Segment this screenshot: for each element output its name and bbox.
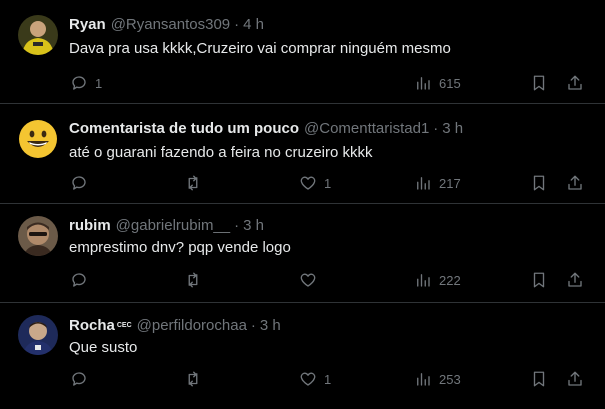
bookmark-button[interactable] xyxy=(530,270,548,290)
timestamp[interactable]: 3 h xyxy=(243,217,264,234)
tweet-text: emprestimo dnv? pqp vende logo xyxy=(69,239,291,256)
views-icon xyxy=(417,77,430,90)
separator-dot: · xyxy=(234,16,240,33)
share-button[interactable] xyxy=(566,270,584,290)
timestamp[interactable]: 4 h xyxy=(243,16,264,33)
avatar[interactable] xyxy=(18,315,58,355)
share-icon xyxy=(568,371,582,386)
author-name[interactable]: rubim xyxy=(69,217,111,234)
views-count: 253 xyxy=(439,371,461,387)
share-button[interactable] xyxy=(566,369,584,389)
author-name[interactable]: Ryan xyxy=(69,16,106,33)
action-bar: 1 253 xyxy=(0,369,605,389)
tweet-rubim[interactable]: rubim @gabrielrubim__ · 3 h emprestimo dnv?… xyxy=(0,204,605,303)
author-name[interactable]: Rocha xyxy=(69,317,115,334)
tweet-header: rubim @gabrielrubim__ · 3 h xyxy=(69,217,264,235)
retweet-icon xyxy=(188,371,198,387)
bookmark-button[interactable] xyxy=(530,73,548,93)
bookmark-icon xyxy=(533,371,545,387)
separator-dot: · xyxy=(250,317,256,334)
bookmark-button[interactable] xyxy=(530,173,548,193)
reply-button[interactable] xyxy=(70,173,88,193)
like-count: 1 xyxy=(324,371,332,387)
retweet-button[interactable] xyxy=(184,369,202,389)
author-handle[interactable]: @Comenttaristad1 xyxy=(304,120,429,137)
views-button[interactable]: 222 xyxy=(414,270,461,290)
share-button[interactable] xyxy=(566,73,584,93)
heart-icon xyxy=(300,372,316,386)
timestamp[interactable]: 3 h xyxy=(260,317,281,334)
author-name[interactable]: Comentarista de tudo um pouco xyxy=(69,120,299,137)
bookmark-icon xyxy=(533,175,545,191)
author-handle[interactable]: @Ryansantos309 xyxy=(111,16,230,33)
author-handle[interactable]: @perfildorochaa xyxy=(137,317,247,334)
reply-icon xyxy=(72,76,86,90)
tweet-text: Dava pra usa kkkk,Cruzeiro vai comprar n… xyxy=(69,40,451,57)
club-badge: CEC xyxy=(116,322,132,329)
retweet-button[interactable] xyxy=(184,173,202,193)
tweet-header: Ryan @Ryansantos309 · 4 h xyxy=(69,16,264,34)
author-handle[interactable]: @gabrielrubim__ xyxy=(116,217,230,234)
retweet-button[interactable] xyxy=(184,270,202,290)
views-icon xyxy=(417,177,430,190)
tweet-text: Que susto xyxy=(69,339,138,356)
like-button[interactable]: 1 xyxy=(299,173,331,193)
bookmark-button[interactable] xyxy=(530,369,548,389)
avatar[interactable] xyxy=(18,119,58,159)
heart-icon xyxy=(300,176,316,190)
tweet-text: até o guarani fazendo a feira no cruzeir… xyxy=(69,144,373,161)
action-bar: 222 xyxy=(0,270,605,290)
bookmark-icon xyxy=(533,272,545,288)
timestamp[interactable]: 3 h xyxy=(442,120,463,137)
separator-dot: · xyxy=(234,217,240,234)
reply-button[interactable]: 1 xyxy=(70,73,102,93)
reply-count: 1 xyxy=(95,75,103,91)
action-bar: 1 615 xyxy=(0,73,605,93)
views-count: 217 xyxy=(439,175,461,191)
like-button[interactable]: 1 xyxy=(299,369,331,389)
retweet-icon xyxy=(188,272,198,288)
like-count: 1 xyxy=(324,175,332,191)
reply-button[interactable] xyxy=(70,369,88,389)
views-icon xyxy=(417,274,430,287)
tweet-ryan[interactable]: Ryan @Ryansantos309 · 4 h Dava pra usa kkkk… xyxy=(0,0,605,104)
views-count: 222 xyxy=(439,272,461,288)
reply-icon xyxy=(72,273,86,287)
reply-icon xyxy=(72,176,86,190)
retweet-icon xyxy=(188,175,198,191)
avatar[interactable] xyxy=(18,216,58,256)
avatar[interactable] xyxy=(18,15,58,55)
share-icon xyxy=(568,75,582,90)
share-icon xyxy=(568,272,582,287)
views-button[interactable]: 253 xyxy=(414,369,461,389)
views-button[interactable]: 615 xyxy=(414,73,461,93)
reply-icon xyxy=(72,372,86,386)
tweet-header: Rocha CEC @perfildorochaa · 3 h xyxy=(69,317,281,335)
reply-button[interactable] xyxy=(70,270,88,290)
tweet-comentarista[interactable]: Comentarista de tudo um pouco @Comenttari… xyxy=(0,104,605,204)
views-icon xyxy=(417,373,430,386)
separator-dot: · xyxy=(433,120,439,137)
share-icon xyxy=(568,175,582,190)
timeline: Ryan @Ryansantos309 · 4 h Dava pra usa kkkk… xyxy=(0,0,605,409)
bookmark-icon xyxy=(533,75,545,91)
tweet-rocha[interactable]: Rocha CEC @perfildorochaa · 3 h Que susto 1 … xyxy=(0,303,605,409)
action-bar: 1 217 xyxy=(0,173,605,193)
views-button[interactable]: 217 xyxy=(414,173,461,193)
share-button[interactable] xyxy=(566,173,584,193)
like-button[interactable] xyxy=(299,270,317,290)
tweet-header: Comentarista de tudo um pouco @Comenttari… xyxy=(69,120,463,138)
heart-icon xyxy=(300,273,316,287)
views-count: 615 xyxy=(439,75,461,91)
